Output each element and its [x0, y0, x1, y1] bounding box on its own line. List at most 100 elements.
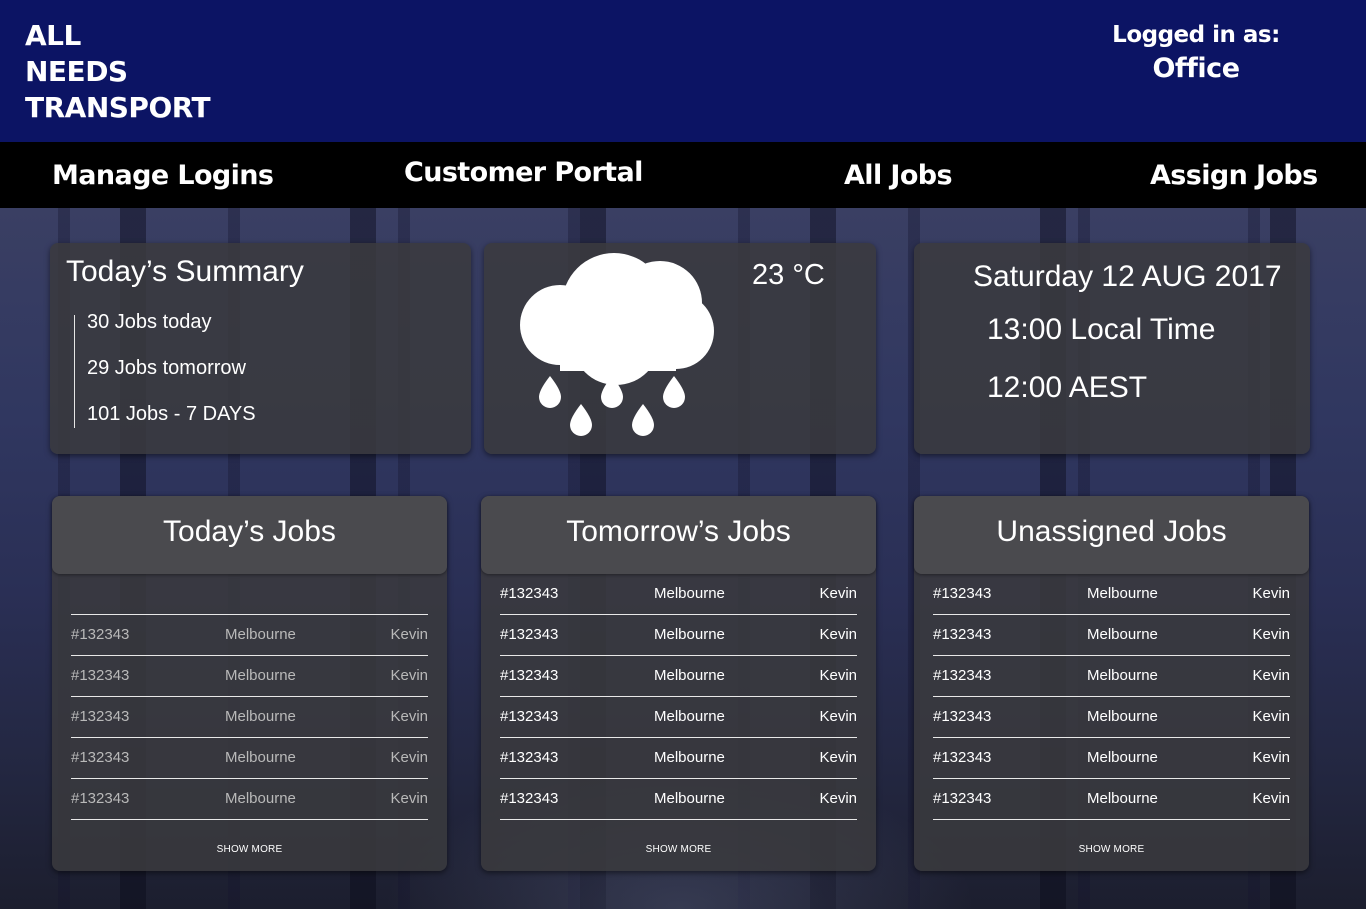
- job-city: Melbourne: [1087, 790, 1158, 807]
- todays-jobs-title: Today’s Jobs: [163, 515, 336, 548]
- logged-in-user: Logged in as: Office: [1106, 18, 1286, 86]
- summary-item-today: 30 Jobs today: [87, 311, 212, 333]
- job-id: #132343: [500, 626, 559, 643]
- job-id: #132343: [71, 790, 130, 807]
- summary-list: 30 Jobs today 29 Jobs tomorrow 101 Jobs …: [74, 311, 256, 428]
- table-row[interactable]: #132343 Melbourne Kevin: [933, 574, 1290, 615]
- job-id: #132343: [500, 749, 559, 766]
- job-city: Melbourne: [225, 667, 296, 684]
- summary-item-tomorrow: 29 Jobs tomorrow: [87, 357, 246, 379]
- local-time: 13:00 Local Time: [987, 313, 1216, 346]
- summary-title: Today’s Summary: [66, 255, 304, 288]
- job-driver: Kevin: [390, 667, 428, 684]
- job-city: Melbourne: [225, 790, 296, 807]
- job-id: #132343: [500, 790, 559, 807]
- table-row[interactable]: #132343 Melbourne Kevin: [933, 779, 1290, 820]
- tomorrows-jobs-list: #132343 Melbourne Kevin #132343 Melbourn…: [500, 574, 857, 820]
- job-city: Melbourne: [1087, 708, 1158, 725]
- todays-jobs-show-more-button[interactable]: SHOW MORE: [52, 844, 447, 855]
- job-driver: Kevin: [819, 626, 857, 643]
- job-driver: Kevin: [1252, 667, 1290, 684]
- table-row[interactable]: #132343 Melbourne Kevin: [71, 697, 428, 738]
- table-row[interactable]: #132343 Melbourne Kevin: [933, 615, 1290, 656]
- brand-line-3: TRANSPORT: [25, 91, 211, 124]
- job-city: Melbourne: [654, 585, 725, 602]
- job-driver: Kevin: [1252, 708, 1290, 725]
- job-id: #132343: [500, 585, 559, 602]
- summary-item-week: 101 Jobs - 7 DAYS: [87, 403, 256, 425]
- table-row[interactable]: #132343 Melbourne Kevin: [500, 656, 857, 697]
- job-id: #132343: [71, 626, 130, 643]
- table-row[interactable]: #132343 Melbourne Kevin: [71, 615, 428, 656]
- job-driver: Kevin: [390, 626, 428, 643]
- unassigned-jobs-title: Unassigned Jobs: [996, 515, 1227, 548]
- job-driver: Kevin: [1252, 585, 1290, 602]
- job-city: Melbourne: [1087, 667, 1158, 684]
- current-date: Saturday 12 AUG 2017: [973, 260, 1282, 293]
- job-driver: Kevin: [1252, 790, 1290, 807]
- logged-in-username[interactable]: Office: [1106, 52, 1286, 86]
- unassigned-jobs-list: #132343 Melbourne Kevin #132343 Melbourn…: [933, 574, 1290, 820]
- rain-cloud-icon: [508, 249, 728, 454]
- job-driver: Kevin: [390, 790, 428, 807]
- job-id: #132343: [71, 667, 130, 684]
- table-row-empty: [71, 574, 428, 615]
- unassigned-jobs-show-more-button[interactable]: SHOW MORE: [914, 844, 1309, 855]
- table-row[interactable]: #132343 Melbourne Kevin: [71, 656, 428, 697]
- todays-jobs-list: #132343 Melbourne Kevin #132343 Melbourn…: [71, 574, 428, 820]
- table-row[interactable]: #132343 Melbourne Kevin: [933, 697, 1290, 738]
- table-row[interactable]: #132343 Melbourne Kevin: [933, 738, 1290, 779]
- job-driver: Kevin: [1252, 749, 1290, 766]
- job-driver: Kevin: [819, 708, 857, 725]
- nav-assign-jobs[interactable]: Assign Jobs: [1150, 145, 1318, 207]
- weather-panel: 23 °C: [484, 243, 876, 454]
- job-city: Melbourne: [654, 790, 725, 807]
- nav-manage-logins[interactable]: Manage Logins: [52, 145, 274, 207]
- brand-line-2: NEEDS: [25, 55, 128, 88]
- job-id: #132343: [500, 708, 559, 725]
- table-row[interactable]: #132343 Melbourne Kevin: [500, 779, 857, 820]
- brand-logo[interactable]: ALL NEEDS TRANSPORT: [25, 18, 211, 126]
- job-driver: Kevin: [1252, 626, 1290, 643]
- job-driver: Kevin: [819, 749, 857, 766]
- nav-all-jobs[interactable]: All Jobs: [844, 145, 953, 207]
- job-id: #132343: [933, 749, 992, 766]
- datetime-panel: Saturday 12 AUG 2017 13:00 Local Time 12…: [914, 243, 1310, 454]
- job-city: Melbourne: [225, 749, 296, 766]
- logged-in-label: Logged in as:: [1112, 22, 1280, 48]
- tomorrows-jobs-panel: Tomorrow’s Jobs #132343 Melbourne Kevin …: [481, 496, 876, 871]
- job-city: Melbourne: [654, 708, 725, 725]
- job-id: #132343: [933, 790, 992, 807]
- unassigned-jobs-panel: Unassigned Jobs #132343 Melbourne Kevin …: [914, 496, 1309, 871]
- temperature: 23 °C: [752, 259, 825, 291]
- job-id: #132343: [71, 708, 130, 725]
- job-driver: Kevin: [819, 790, 857, 807]
- table-row[interactable]: #132343 Melbourne Kevin: [933, 656, 1290, 697]
- table-row[interactable]: #132343 Melbourne Kevin: [500, 738, 857, 779]
- job-city: Melbourne: [654, 749, 725, 766]
- table-row[interactable]: #132343 Melbourne Kevin: [500, 574, 857, 615]
- table-row[interactable]: #132343 Melbourne Kevin: [71, 779, 428, 820]
- job-driver: Kevin: [390, 708, 428, 725]
- tomorrows-jobs-title: Tomorrow’s Jobs: [566, 515, 791, 548]
- job-city: Melbourne: [225, 626, 296, 643]
- summary-panel: Today’s Summary 30 Jobs today 29 Jobs to…: [50, 243, 471, 454]
- job-city: Melbourne: [1087, 585, 1158, 602]
- job-driver: Kevin: [819, 585, 857, 602]
- job-id: #132343: [500, 667, 559, 684]
- table-row[interactable]: #132343 Melbourne Kevin: [500, 697, 857, 738]
- job-id: #132343: [71, 749, 130, 766]
- table-row[interactable]: #132343 Melbourne Kevin: [71, 738, 428, 779]
- app-header: ALL NEEDS TRANSPORT Logged in as: Office: [0, 0, 1366, 142]
- job-id: #132343: [933, 667, 992, 684]
- main-nav: Manage Logins Customer Portal All Jobs A…: [0, 142, 1366, 208]
- table-row[interactable]: #132343 Melbourne Kevin: [500, 615, 857, 656]
- brand-line-1: ALL: [25, 19, 81, 52]
- job-city: Melbourne: [654, 626, 725, 643]
- tomorrows-jobs-show-more-button[interactable]: SHOW MORE: [481, 844, 876, 855]
- job-id: #132343: [933, 708, 992, 725]
- job-driver: Kevin: [390, 749, 428, 766]
- nav-customer-portal[interactable]: Customer Portal: [404, 142, 643, 204]
- job-city: Melbourne: [1087, 749, 1158, 766]
- todays-jobs-panel: Today’s Jobs #132343 Melbourne Kevin #13…: [52, 496, 447, 871]
